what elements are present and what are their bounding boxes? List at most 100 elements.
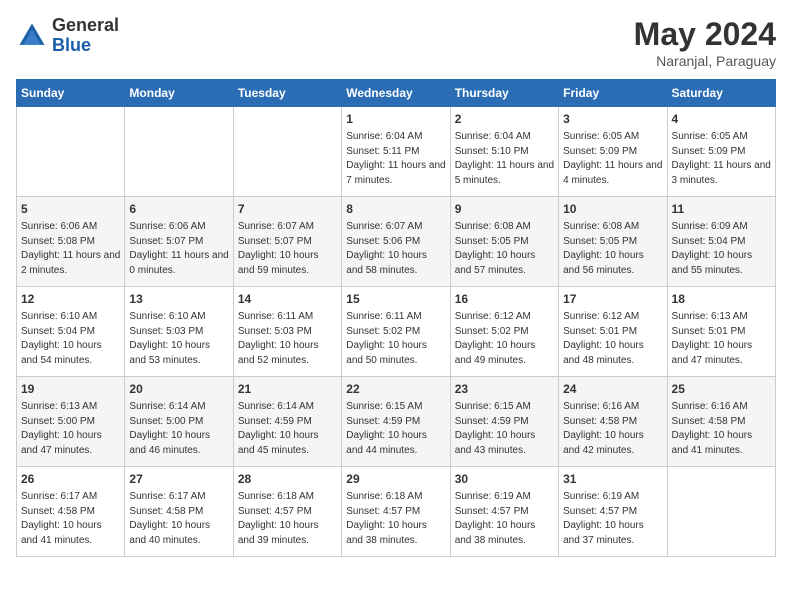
calendar-cell: 10 Sunrise: 6:08 AM Sunset: 5:05 PM Dayli… xyxy=(559,197,667,287)
day-info: Sunrise: 6:04 AM Sunset: 5:10 PM Dayligh… xyxy=(455,130,554,188)
calendar-cell: 8Sunrise: 6:07 AM Sunset: 5:06 PM Daylig… xyxy=(342,197,450,287)
calendar-cell: 13 Sunrise: 6:10 AM Sunset: 5:03 PM Dayli… xyxy=(125,287,233,377)
day-number: 28 xyxy=(238,471,337,488)
calendar-cell: 16 Sunrise: 6:12 AM Sunset: 5:02 PM Dayli… xyxy=(450,287,558,377)
day-info: Sunrise: 6:19 AM Sunset: 4:57 PM Dayligh… xyxy=(455,490,554,548)
day-number: 4 xyxy=(672,111,771,128)
page-header: General Blue May 2024 Naranjal, Paraguay xyxy=(16,16,776,69)
day-info: Sunrise: 6:04 AM Sunset: 5:11 PM Dayligh… xyxy=(346,130,445,188)
calendar-cell: 7 Sunrise: 6:07 AM Sunset: 5:07 PM Daylig… xyxy=(233,197,341,287)
day-number: 13 xyxy=(129,291,228,308)
calendar-cell: 23 Sunrise: 6:15 AM Sunset: 4:59 PM Dayli… xyxy=(450,377,558,467)
calendar-cell xyxy=(233,107,341,197)
calendar-cell: 4 Sunrise: 6:05 AM Sunset: 5:09 PM Daylig… xyxy=(667,107,775,197)
day-number: 9 xyxy=(455,201,554,218)
weekday-header: Monday xyxy=(125,80,233,107)
weekday-header: Friday xyxy=(559,80,667,107)
day-number: 24 xyxy=(563,381,662,398)
calendar-cell: 18 Sunrise: 6:13 AM Sunset: 5:01 PM Dayli… xyxy=(667,287,775,377)
calendar-cell: 19Sunrise: 6:13 AM Sunset: 5:00 PM Dayli… xyxy=(17,377,125,467)
calendar-week-row: 19Sunrise: 6:13 AM Sunset: 5:00 PM Dayli… xyxy=(17,377,776,467)
day-number: 14 xyxy=(238,291,337,308)
day-number: 17 xyxy=(563,291,662,308)
day-number: 5 xyxy=(21,201,120,218)
location: Naranjal, Paraguay xyxy=(634,53,776,69)
logo-blue: Blue xyxy=(52,35,91,55)
calendar-cell: 14Sunrise: 6:11 AM Sunset: 5:03 PM Dayli… xyxy=(233,287,341,377)
calendar-week-row: 1 Sunrise: 6:04 AM Sunset: 5:11 PM Daylig… xyxy=(17,107,776,197)
logo-text: General Blue xyxy=(52,16,119,56)
day-info: Sunrise: 6:15 AM Sunset: 4:59 PM Dayligh… xyxy=(455,400,554,458)
day-info: Sunrise: 6:14 AM Sunset: 5:00 PM Dayligh… xyxy=(129,400,228,458)
month-year: May 2024 xyxy=(634,16,776,53)
calendar-cell: 20 Sunrise: 6:14 AM Sunset: 5:00 PM Dayli… xyxy=(125,377,233,467)
day-info: Sunrise: 6:08 AM Sunset: 5:05 PM Dayligh… xyxy=(455,220,554,278)
calendar-cell: 2Sunrise: 6:04 AM Sunset: 5:10 PM Daylig… xyxy=(450,107,558,197)
day-info: Sunrise: 6:12 AM Sunset: 5:02 PM Dayligh… xyxy=(455,310,554,368)
weekday-header: Saturday xyxy=(667,80,775,107)
calendar-cell: 24 Sunrise: 6:16 AM Sunset: 4:58 PM Dayli… xyxy=(559,377,667,467)
day-info: Sunrise: 6:05 AM Sunset: 5:09 PM Dayligh… xyxy=(672,130,771,188)
calendar-cell: 15Sunrise: 6:11 AM Sunset: 5:02 PM Dayli… xyxy=(342,287,450,377)
calendar-week-row: 26Sunrise: 6:17 AM Sunset: 4:58 PM Dayli… xyxy=(17,467,776,557)
day-number: 30 xyxy=(455,471,554,488)
calendar-cell: 12 Sunrise: 6:10 AM Sunset: 5:04 PM Dayli… xyxy=(17,287,125,377)
calendar-cell: 21 Sunrise: 6:14 AM Sunset: 4:59 PM Dayli… xyxy=(233,377,341,467)
day-number: 20 xyxy=(129,381,228,398)
day-info: Sunrise: 6:16 AM Sunset: 4:58 PM Dayligh… xyxy=(672,400,771,458)
day-info: Sunrise: 6:06 AM Sunset: 5:07 PM Dayligh… xyxy=(129,220,228,278)
day-number: 10 xyxy=(563,201,662,218)
calendar-cell: 9 Sunrise: 6:08 AM Sunset: 5:05 PM Daylig… xyxy=(450,197,558,287)
day-number: 8 xyxy=(346,201,445,218)
calendar-cell: 6Sunrise: 6:06 AM Sunset: 5:07 PM Daylig… xyxy=(125,197,233,287)
day-info: Sunrise: 6:10 AM Sunset: 5:03 PM Dayligh… xyxy=(129,310,228,368)
day-info: Sunrise: 6:16 AM Sunset: 4:58 PM Dayligh… xyxy=(563,400,662,458)
calendar-week-row: 12 Sunrise: 6:10 AM Sunset: 5:04 PM Dayli… xyxy=(17,287,776,377)
calendar-cell: 3 Sunrise: 6:05 AM Sunset: 5:09 PM Daylig… xyxy=(559,107,667,197)
calendar-cell xyxy=(667,467,775,557)
day-info: Sunrise: 6:12 AM Sunset: 5:01 PM Dayligh… xyxy=(563,310,662,368)
calendar-cell: 27 Sunrise: 6:17 AM Sunset: 4:58 PM Dayli… xyxy=(125,467,233,557)
calendar-table: SundayMondayTuesdayWednesdayThursdayFrid… xyxy=(16,79,776,557)
day-info: Sunrise: 6:17 AM Sunset: 4:58 PM Dayligh… xyxy=(129,490,228,548)
day-number: 11 xyxy=(672,201,771,218)
day-info: Sunrise: 6:05 AM Sunset: 5:09 PM Dayligh… xyxy=(563,130,662,188)
day-info: Sunrise: 6:08 AM Sunset: 5:05 PM Dayligh… xyxy=(563,220,662,278)
calendar-cell: 28Sunrise: 6:18 AM Sunset: 4:57 PM Dayli… xyxy=(233,467,341,557)
logo-general: General xyxy=(52,15,119,35)
calendar-cell xyxy=(125,107,233,197)
day-number: 25 xyxy=(672,381,771,398)
day-info: Sunrise: 6:13 AM Sunset: 5:01 PM Dayligh… xyxy=(672,310,771,368)
day-info: Sunrise: 6:07 AM Sunset: 5:07 PM Dayligh… xyxy=(238,220,337,278)
day-number: 23 xyxy=(455,381,554,398)
day-number: 22 xyxy=(346,381,445,398)
day-info: Sunrise: 6:06 AM Sunset: 5:08 PM Dayligh… xyxy=(21,220,120,278)
day-number: 31 xyxy=(563,471,662,488)
day-info: Sunrise: 6:09 AM Sunset: 5:04 PM Dayligh… xyxy=(672,220,771,278)
day-number: 3 xyxy=(563,111,662,128)
calendar-cell: 26Sunrise: 6:17 AM Sunset: 4:58 PM Dayli… xyxy=(17,467,125,557)
day-info: Sunrise: 6:10 AM Sunset: 5:04 PM Dayligh… xyxy=(21,310,120,368)
day-number: 12 xyxy=(21,291,120,308)
day-number: 27 xyxy=(129,471,228,488)
day-info: Sunrise: 6:19 AM Sunset: 4:57 PM Dayligh… xyxy=(563,490,662,548)
calendar-cell: 31 Sunrise: 6:19 AM Sunset: 4:57 PM Dayli… xyxy=(559,467,667,557)
weekday-header: Sunday xyxy=(17,80,125,107)
day-number: 21 xyxy=(238,381,337,398)
title-block: May 2024 Naranjal, Paraguay xyxy=(634,16,776,69)
weekday-header: Thursday xyxy=(450,80,558,107)
day-number: 18 xyxy=(672,291,771,308)
day-number: 1 xyxy=(346,111,445,128)
weekday-header: Tuesday xyxy=(233,80,341,107)
calendar-cell: 30 Sunrise: 6:19 AM Sunset: 4:57 PM Dayli… xyxy=(450,467,558,557)
day-number: 29 xyxy=(346,471,445,488)
day-info: Sunrise: 6:18 AM Sunset: 4:57 PM Dayligh… xyxy=(346,490,445,548)
day-info: Sunrise: 6:14 AM Sunset: 4:59 PM Dayligh… xyxy=(238,400,337,458)
weekday-header: Wednesday xyxy=(342,80,450,107)
calendar-cell: 22Sunrise: 6:15 AM Sunset: 4:59 PM Dayli… xyxy=(342,377,450,467)
weekday-header-row: SundayMondayTuesdayWednesdayThursdayFrid… xyxy=(17,80,776,107)
logo: General Blue xyxy=(16,16,119,56)
day-number: 7 xyxy=(238,201,337,218)
day-number: 16 xyxy=(455,291,554,308)
day-number: 15 xyxy=(346,291,445,308)
